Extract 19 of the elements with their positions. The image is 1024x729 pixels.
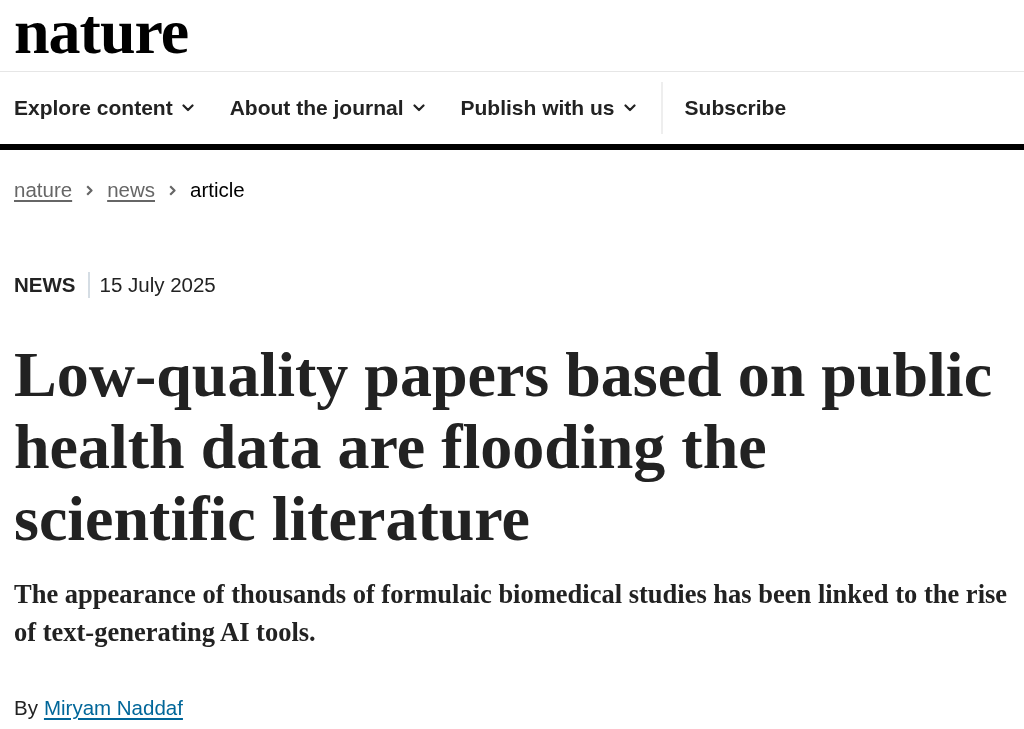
author-link[interactable]: Miryam Naddaf — [43, 696, 183, 720]
article-standfirst: The appearance of thousands of formulaic biomedical studies has been linked to the rise of text-generating AI tools. — [14, 578, 1009, 649]
nav-dropdown[interactable]: Explore content — [14, 88, 194, 128]
nav-dropdown[interactable]: About the journal — [229, 88, 425, 128]
chevron-down-icon — [181, 104, 194, 112]
chevron-right-icon — [86, 184, 94, 196]
article-type: NEWS — [14, 273, 76, 297]
chevron-down-icon — [412, 104, 425, 112]
nav-dropdown[interactable]: Publish with us — [460, 88, 636, 128]
nav-link[interactable]: Subscribe — [684, 88, 787, 128]
breadcrumb-current: article — [190, 178, 245, 202]
article-title: Low-quality papers based on public health data are flooding the scientific literature — [14, 339, 994, 555]
chevron-right-icon — [169, 184, 176, 196]
publish-date: 15 July 2025 — [99, 273, 216, 297]
breadcrumb-link[interactable]: nature — [14, 178, 73, 202]
chevron-down-icon — [623, 104, 636, 112]
site-logo[interactable]: nature — [14, 0, 189, 64]
byline-label: By — [14, 696, 38, 720]
breadcrumb-link[interactable]: news — [107, 178, 155, 202]
